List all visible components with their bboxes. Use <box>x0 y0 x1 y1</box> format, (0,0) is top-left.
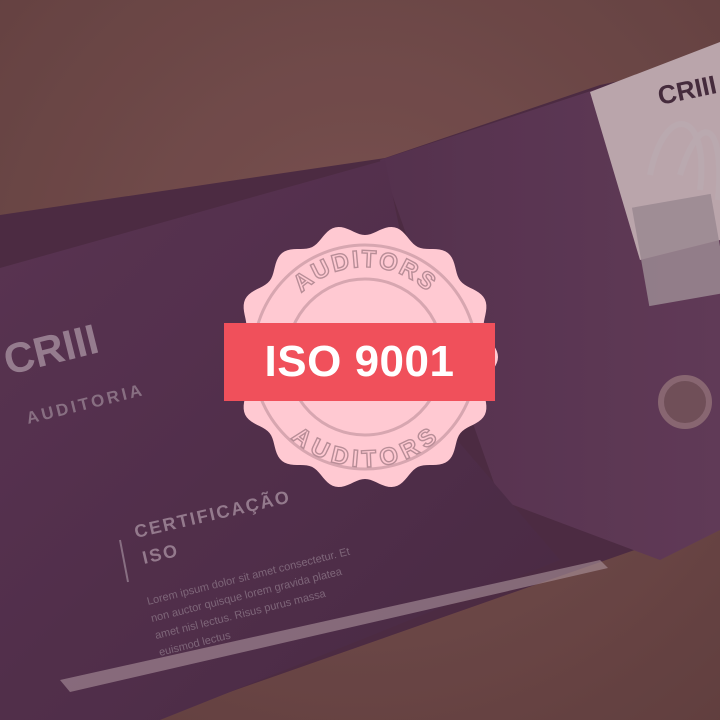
iso-badge-label: ISO 9001 <box>264 337 455 386</box>
iso-badge: ISO 9001 <box>224 323 495 401</box>
